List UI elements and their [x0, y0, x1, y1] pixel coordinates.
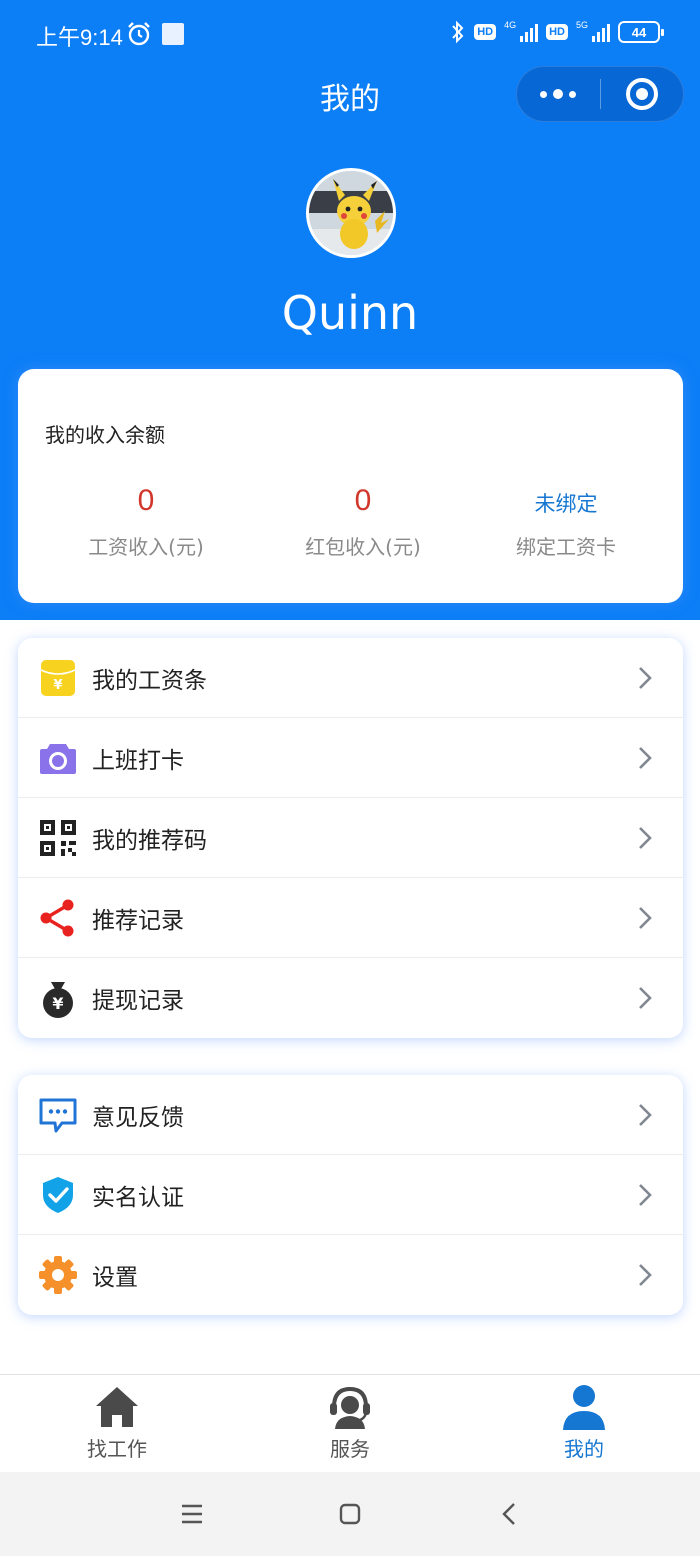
hd-badge: HD — [474, 24, 497, 40]
salary-income-value: 0 — [137, 484, 155, 517]
camera-icon — [40, 744, 76, 774]
chevron-right-icon — [639, 987, 652, 1009]
close-target-icon — [625, 78, 658, 110]
menu-item-withdrawal-records[interactable]: ¥ 提现记录 — [18, 958, 683, 1038]
notification-icon — [162, 23, 184, 45]
bluetooth-icon — [452, 20, 464, 44]
chevron-right-icon — [639, 667, 652, 689]
chevron-right-icon — [639, 1104, 652, 1126]
svg-text:¥: ¥ — [53, 678, 62, 693]
menu-label-feedback: 意见反馈 — [92, 1104, 184, 1131]
menu-group-primary: ¥ 我的工资条 上班打卡 我的推荐码 推荐记录 ¥ 提现记录 — [18, 638, 683, 1038]
menu-label-referral-code: 我的推荐码 — [92, 827, 207, 854]
salary-income-label: 工资收入(元) — [88, 535, 204, 559]
user-name: Quinn — [281, 286, 419, 340]
home-button-icon[interactable] — [334, 1498, 366, 1530]
redpacket-income-label: 红包收入(元) — [305, 535, 421, 559]
back-icon[interactable] — [494, 1498, 526, 1530]
chevron-right-icon — [639, 1264, 652, 1286]
chevron-right-icon — [639, 747, 652, 769]
tab-label-find-jobs: 找工作 — [87, 1437, 147, 1461]
shield-check-icon — [43, 1177, 73, 1213]
menu-group-secondary: 意见反馈 实名认证 设置 — [18, 1075, 683, 1315]
card-binding-status[interactable]: 未绑定 — [466, 481, 666, 521]
status-time: 上午9:14 — [36, 25, 123, 50]
signal-icon-2 — [592, 22, 610, 42]
tab-service[interactable]: 服务 — [270, 1383, 430, 1462]
menu-label-withdrawal-records: 提现记录 — [92, 988, 184, 1014]
recent-apps-icon[interactable] — [176, 1498, 208, 1530]
share-icon — [40, 899, 74, 937]
bind-salary-card-label: 绑定工资卡 — [516, 535, 616, 559]
tab-find-jobs[interactable]: 找工作 — [37, 1383, 197, 1462]
customer-service-icon — [330, 1386, 370, 1429]
gear-icon — [39, 1256, 77, 1294]
menu-item-referral-records[interactable]: 推荐记录 — [18, 878, 683, 958]
menu-label-payslip: 我的工资条 — [92, 667, 207, 694]
money-bag-icon: ¥ — [43, 982, 73, 1018]
user-profile-icon — [563, 1385, 605, 1430]
redpacket-income-value: 0 — [354, 484, 372, 517]
avatar[interactable] — [306, 168, 396, 258]
home-icon — [96, 1387, 138, 1427]
tab-label-service: 服务 — [330, 1437, 370, 1461]
menu-item-clock-in[interactable]: 上班打卡 — [18, 718, 683, 798]
income-card: 我的收入余额 0 工资收入(元) 0 红包收入(元) 未绑定 绑定工资卡 — [18, 369, 683, 603]
network-5g-label: 5G — [575, 20, 588, 30]
svg-text:¥: ¥ — [52, 994, 63, 1013]
menu-item-referral-code[interactable]: 我的推荐码 — [18, 798, 683, 878]
menu-item-real-name-verification[interactable]: 实名认证 — [18, 1155, 683, 1235]
system-navigation-bar — [0, 1472, 700, 1556]
chevron-right-icon — [639, 1184, 652, 1206]
income-title: 我的收入余额 — [45, 423, 165, 447]
menu-item-settings[interactable]: 设置 — [18, 1235, 683, 1315]
feedback-icon — [39, 1098, 77, 1133]
redpacket-income-stat[interactable]: 0 红包收入(元) — [263, 481, 463, 560]
menu-label-clock-in: 上班打卡 — [92, 747, 184, 774]
close-miniprogram-button[interactable] — [601, 67, 684, 121]
battery-icon: 44 — [618, 21, 664, 43]
qr-code-icon — [40, 820, 76, 856]
menu-item-payslip[interactable]: ¥ 我的工资条 — [18, 638, 683, 718]
menu-item-feedback[interactable]: 意见反馈 — [18, 1075, 683, 1155]
more-menu-button[interactable] — [517, 67, 600, 121]
bottom-tab-bar: 找工作 服务 我的 — [0, 1374, 700, 1472]
miniprogram-capsule — [516, 66, 684, 122]
signal-icon — [520, 22, 539, 42]
network-4g-label: 4G — [504, 20, 517, 30]
menu-label-settings: 设置 — [92, 1265, 138, 1291]
alarm-icon — [128, 22, 150, 46]
chevron-right-icon — [639, 907, 652, 929]
hd-badge-2: HD — [546, 24, 568, 40]
tab-mine[interactable]: 我的 — [504, 1383, 664, 1462]
status-bar: 上午9:14 HD 4G HD 5G 44 — [0, 0, 700, 68]
payslip-icon: ¥ — [40, 660, 76, 696]
menu-label-referral-records: 推荐记录 — [92, 907, 184, 934]
battery-level: 44 — [631, 24, 647, 40]
salary-income-stat[interactable]: 0 工资收入(元) — [46, 481, 246, 560]
menu-label-real-name-verification: 实名认证 — [92, 1184, 184, 1211]
chevron-right-icon — [639, 827, 652, 849]
tab-label-mine: 我的 — [564, 1437, 604, 1461]
bind-salary-card-stat[interactable]: 未绑定 绑定工资卡 — [466, 481, 666, 560]
